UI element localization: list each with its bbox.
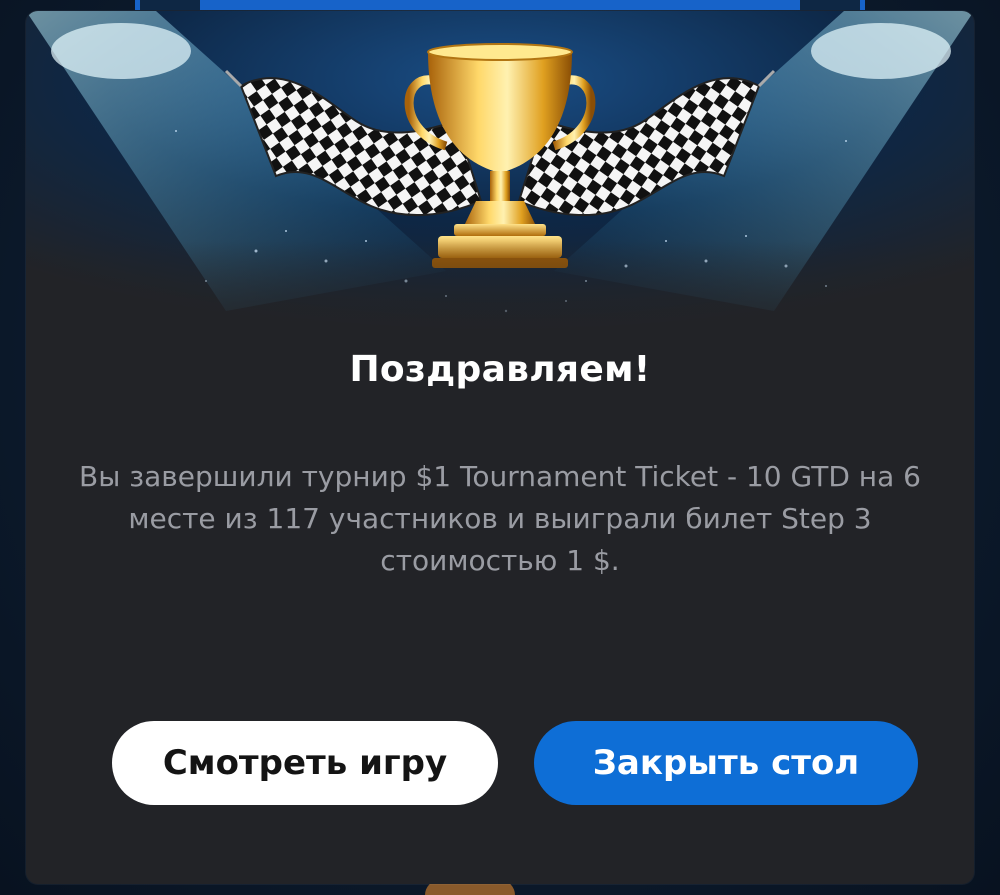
dialog-title: Поздравляем! [349,349,651,390]
background-tab-right [800,0,860,10]
close-table-button[interactable]: Закрыть стол [534,721,918,805]
congratulations-dialog: Поздравляем! Вы завершили турнир $1 Tour… [26,11,974,884]
hero-banner [26,11,974,351]
background-tab-left [140,0,200,10]
dialog-message: Вы завершили турнир $1 Tournament Ticket… [79,460,921,577]
background-header-bar [135,0,865,10]
watch-game-button[interactable]: Смотреть игру [112,721,498,805]
